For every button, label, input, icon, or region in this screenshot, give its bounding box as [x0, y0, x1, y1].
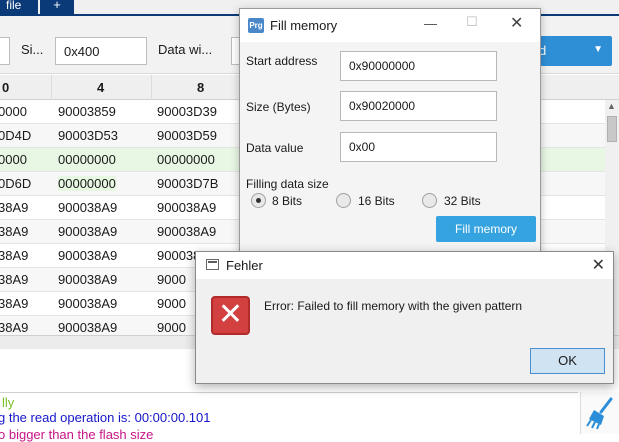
error-message: Error: Failed to fill memory with the gi…: [264, 299, 523, 313]
filling-size-label: Filling data size: [246, 177, 329, 191]
radio-label: 32 Bits: [444, 194, 481, 208]
data-width-label: Data wi...: [158, 42, 213, 57]
table-cell: 900038A9: [58, 200, 118, 215]
app-icon: Prg: [248, 18, 264, 33]
radio-label: 16 Bits: [358, 194, 395, 208]
scroll-up-icon[interactable]: ▲: [607, 101, 616, 111]
read-button[interactable]: d ▼: [539, 36, 612, 66]
size-bytes-label: Size (Bytes): [246, 100, 311, 114]
data-value-label: Data value: [246, 141, 304, 155]
close-icon[interactable]: ✕: [592, 255, 605, 275]
log-line-warning: o bigger than the flash size: [0, 427, 154, 442]
table-cell: 9000: [157, 272, 186, 287]
radio-label: 8 Bits: [272, 194, 303, 208]
table-cell: 0000: [0, 152, 27, 167]
table-cell: 0D4D: [0, 128, 32, 143]
dialog-titlebar: Prg Fill memory — ☐ ✕: [240, 9, 540, 42]
table-cell: 0D6D: [0, 176, 32, 191]
radio-32-bits[interactable]: [422, 193, 437, 208]
minimize-icon[interactable]: —: [424, 16, 437, 31]
column-header: 8: [197, 80, 205, 95]
broom-icon: [586, 397, 613, 430]
log-line-success: lly: [2, 395, 15, 410]
table-cell: 90003D7B: [157, 176, 219, 191]
table-cell: 38A9: [0, 200, 29, 215]
clear-log-button[interactable]: [580, 392, 619, 434]
radio-8-bits[interactable]: [251, 193, 266, 208]
table-cell: 900038A9: [157, 224, 217, 239]
start-address-label: Start address: [246, 54, 318, 68]
table-cell: 00000000: [58, 176, 116, 191]
table-cell: 9000: [157, 320, 186, 335]
table-cell: 00000000: [157, 152, 215, 167]
error-dialog-title: Fehler: [226, 258, 263, 273]
log-line-info: g the read operation is: 00:00:00.101: [0, 410, 211, 425]
table-cell: 38A9: [0, 320, 29, 335]
table-cell: 90003D59: [157, 128, 217, 143]
error-dialog-titlebar: Fehler ✕: [196, 252, 613, 279]
column-header: 0: [2, 80, 10, 95]
table-cell: 90003859: [58, 104, 116, 119]
data-value-input[interactable]: 0x00: [340, 132, 497, 162]
table-cell: 900038A9: [58, 224, 118, 239]
chevron-down-icon[interactable]: ▼: [593, 44, 603, 55]
table-cell: 900038A9: [157, 200, 217, 215]
window-icon: [206, 259, 219, 270]
table-cell: 38A9: [0, 296, 29, 311]
address-input[interactable]: [0, 37, 10, 65]
ok-button[interactable]: OK: [530, 348, 605, 374]
radio-16-bits[interactable]: [336, 193, 351, 208]
log-panel: lly g the read operation is: 00:00:00.10…: [0, 392, 578, 442]
close-icon[interactable]: ✕: [510, 13, 523, 33]
table-cell: 900038A9: [58, 248, 118, 263]
size-bytes-input[interactable]: 0x90020000: [340, 91, 497, 121]
table-cell: 9000: [157, 296, 186, 311]
table-cell: 900038A9: [58, 272, 118, 287]
maximize-icon[interactable]: ☐: [466, 14, 478, 30]
table-cell: 38A9: [0, 272, 29, 287]
table-cell: 00000000: [58, 152, 116, 167]
start-address-input[interactable]: 0x90000000: [340, 51, 497, 81]
table-cell: 0000: [0, 104, 27, 119]
scrollbar-thumb[interactable]: [607, 116, 617, 142]
column-header: 4: [97, 80, 105, 95]
table-cell: 38A9: [0, 248, 29, 263]
table-cell: 90003D53: [58, 128, 118, 143]
fill-memory-dialog: Prg Fill memory — ☐ ✕ Start address 0x90…: [239, 8, 541, 264]
table-cell: 38A9: [0, 224, 29, 239]
fill-memory-button[interactable]: Fill memory: [436, 216, 536, 242]
table-cell: 90003D39: [157, 104, 217, 119]
size-label: Si...: [21, 42, 44, 57]
size-input[interactable]: 0x400: [55, 37, 147, 65]
error-icon: ✕: [211, 296, 250, 335]
dialog-title: Fill memory: [270, 18, 338, 33]
table-cell: 900038A9: [58, 320, 118, 335]
error-dialog: Fehler ✕ ✕ Error: Failed to fill memory …: [195, 251, 614, 384]
table-cell: 900038A9: [58, 296, 118, 311]
